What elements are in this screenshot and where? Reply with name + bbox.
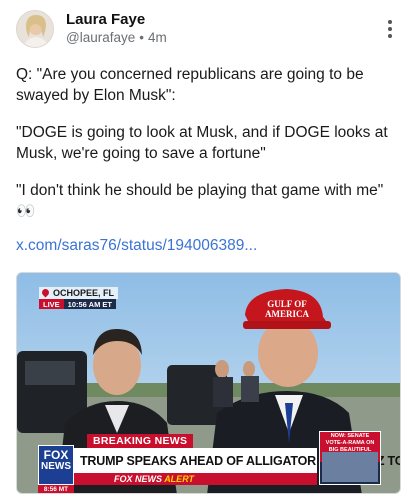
live-bar: LIVE 10:56 AM ET	[39, 299, 116, 309]
location-pin-icon	[40, 287, 51, 298]
post-paragraph-quote-2: "I don't think he should be playing that…	[16, 182, 384, 220]
alert-word: ALERT	[164, 474, 195, 484]
breaking-news-label: BREAKING NEWS	[87, 434, 194, 448]
author-meta: @laurafaye • 4m	[66, 30, 167, 45]
alert-brand: FOX NEWS	[114, 474, 163, 484]
side-box-scene	[322, 452, 378, 482]
post-timestamp[interactable]: 4m	[148, 30, 167, 45]
more-options-vertical-icon[interactable]	[382, 18, 398, 40]
avatar-image	[17, 11, 53, 47]
fox-news-logo: FOX NEWS	[38, 445, 74, 485]
logo-line-2: NEWS	[41, 461, 71, 472]
live-time: 10:56 AM ET	[63, 299, 116, 309]
logo-time: 8:56 MT	[38, 485, 74, 493]
post-card: Laura Faye @laurafaye • 4m Q: "Are you con…	[0, 0, 417, 500]
news-headline: TRUMP SPEAKS AHEAD OF ALLIGATOR ALCATRAZ…	[74, 448, 400, 474]
hat-text-line-1: GULF OF	[267, 299, 307, 309]
post-link[interactable]: x.com/saras76/status/194006389...	[16, 237, 257, 255]
author-name[interactable]: Laura Faye	[66, 11, 145, 28]
hat-text-line-2: AMERICA	[265, 309, 309, 319]
author-handle[interactable]: @laurafaye	[66, 30, 135, 45]
avatar[interactable]	[16, 10, 54, 48]
news-alert-bar: FOX NEWS ALERT	[74, 473, 317, 485]
location-tag: OCHOPEE, FL	[39, 287, 119, 299]
post-paragraph-quote-1: "DOGE is going to look at Musk, and if D…	[16, 124, 388, 162]
live-label: LIVE	[39, 299, 64, 309]
post-paragraph-question: Q: "Are you concerned republicans are go…	[16, 66, 364, 104]
meta-separator: •	[139, 30, 144, 45]
location-label: OCHOPEE, FL	[53, 288, 115, 298]
logo-line-1: FOX	[43, 448, 69, 462]
side-news-box: NOW: SENATE VOTE-A-RAMA ON BIG BEAUTIFUL…	[319, 431, 381, 485]
video-thumbnail[interactable]: GULF OF AMERICA OCHOPEE, FL LIVE 10:56 A…	[16, 272, 401, 494]
